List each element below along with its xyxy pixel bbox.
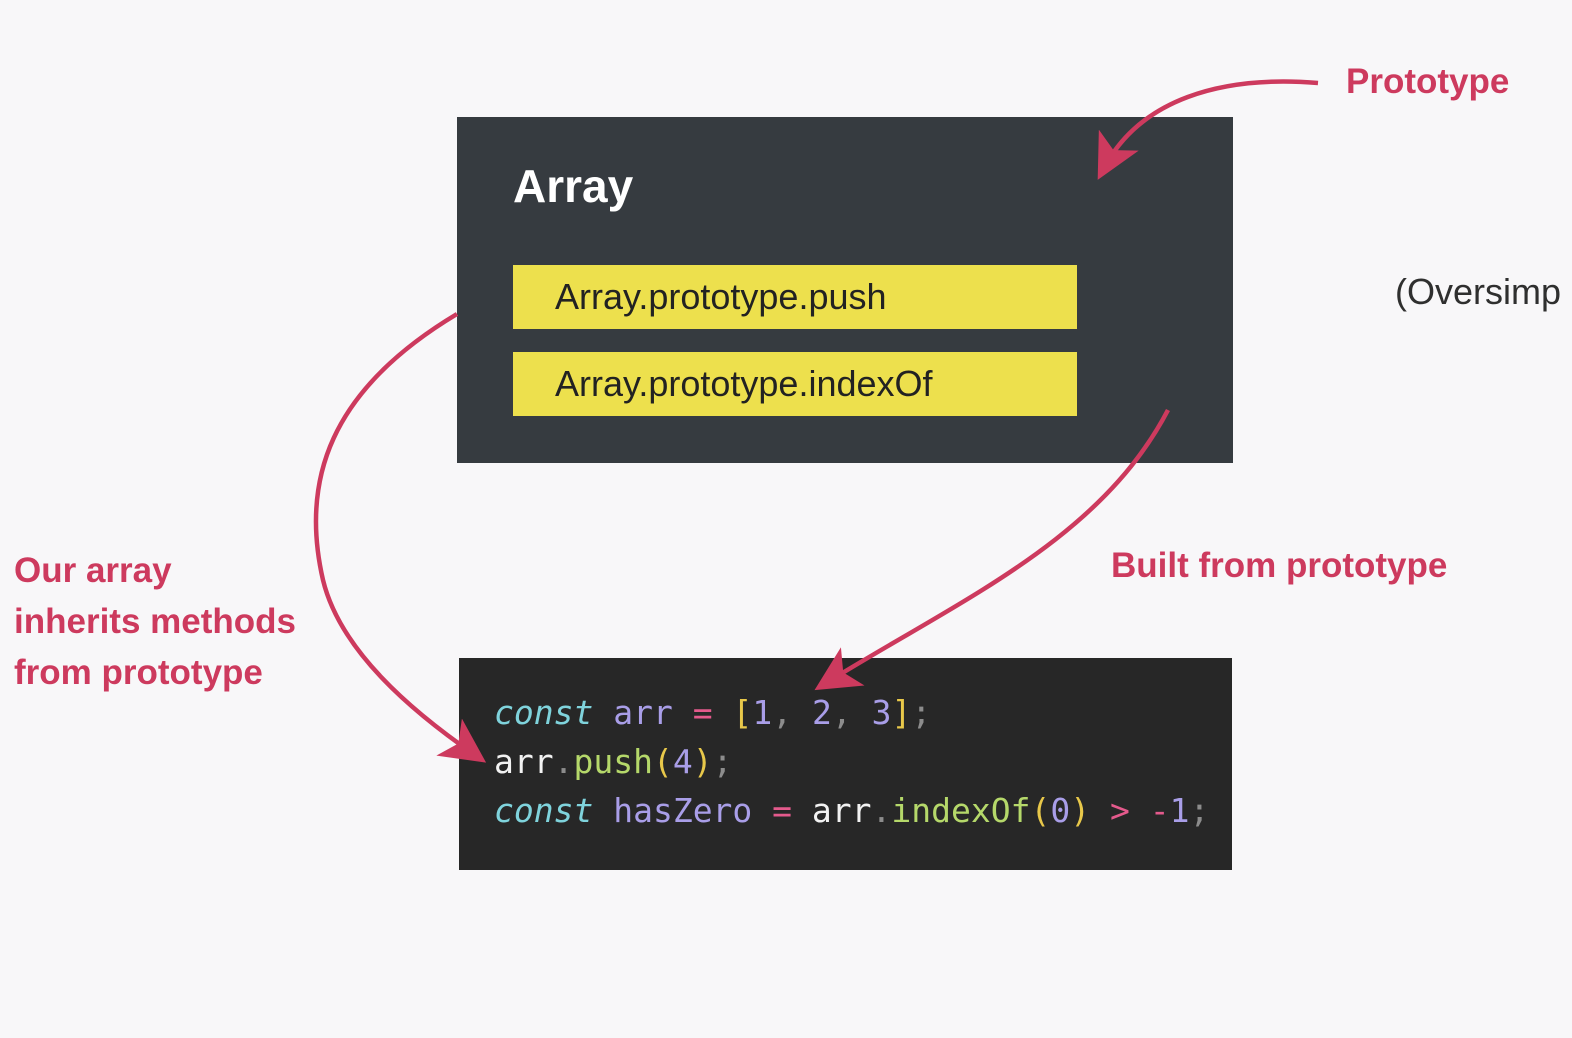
prototype-box: Array Array.prototype.push Array.prototy… — [457, 117, 1233, 463]
code-token: ; — [911, 693, 932, 732]
code-token: 4 — [672, 742, 693, 781]
method-push: Array.prototype.push — [513, 265, 1077, 329]
code-token: 1 — [752, 693, 773, 732]
code-token: 2 — [811, 693, 832, 732]
code-token: [ — [732, 693, 753, 732]
code-token: ( — [652, 742, 673, 781]
code-token: ) — [1070, 791, 1091, 830]
code-token: ) — [692, 742, 713, 781]
inherits-label-line: from prototype — [14, 653, 263, 692]
code-token: hasZero — [613, 791, 753, 830]
oversimplified-note: (Oversimp — [1395, 271, 1562, 312]
inherits-methods-label: Our array inherits methods from prototyp… — [14, 545, 296, 698]
code-line: const arr = [1, 2, 3]; — [494, 688, 1209, 737]
code-token: const — [494, 791, 594, 830]
code-token: indexOf — [891, 791, 1031, 830]
code-token: arr — [494, 742, 554, 781]
code-token: > — [1109, 791, 1130, 830]
code-token: = — [772, 791, 793, 830]
code-token: . — [553, 742, 574, 781]
code-block: const arr = [1, 2, 3]; arr.push(4); const … — [459, 658, 1232, 870]
code-token: ] — [891, 693, 912, 732]
code-token: ; — [1189, 791, 1210, 830]
code-line: arr.push(4); — [494, 737, 1209, 786]
code-line: const hasZero = arr.indexOf(0) > -1; — [494, 786, 1209, 835]
code-token: push — [573, 742, 653, 781]
inherits-arrow — [313, 312, 487, 763]
code-token: = — [692, 693, 713, 732]
method-indexof: Array.prototype.indexOf — [513, 352, 1077, 416]
code-token: 1 — [1169, 791, 1190, 830]
prototype-label: Prototype — [1346, 62, 1510, 101]
code-token: 0 — [1050, 791, 1071, 830]
code-lines: const arr = [1, 2, 3]; arr.push(4); const … — [494, 688, 1209, 835]
code-token: , — [772, 693, 812, 732]
code-token: ; — [712, 742, 733, 781]
code-token: - — [1149, 791, 1170, 830]
code-token: arr — [811, 791, 872, 830]
code-token: 3 — [871, 693, 892, 732]
code-token: const — [494, 693, 594, 732]
code-token: ( — [1030, 791, 1051, 830]
prototype-title: Array — [513, 160, 634, 212]
code-token: , — [831, 693, 872, 732]
code-token: . — [871, 791, 892, 830]
inherits-label-line: inherits methods — [14, 602, 296, 641]
inherits-label-line: Our array — [14, 551, 172, 590]
code-token: arr — [613, 693, 673, 732]
built-from-prototype-label: Built from prototype — [1111, 546, 1448, 585]
